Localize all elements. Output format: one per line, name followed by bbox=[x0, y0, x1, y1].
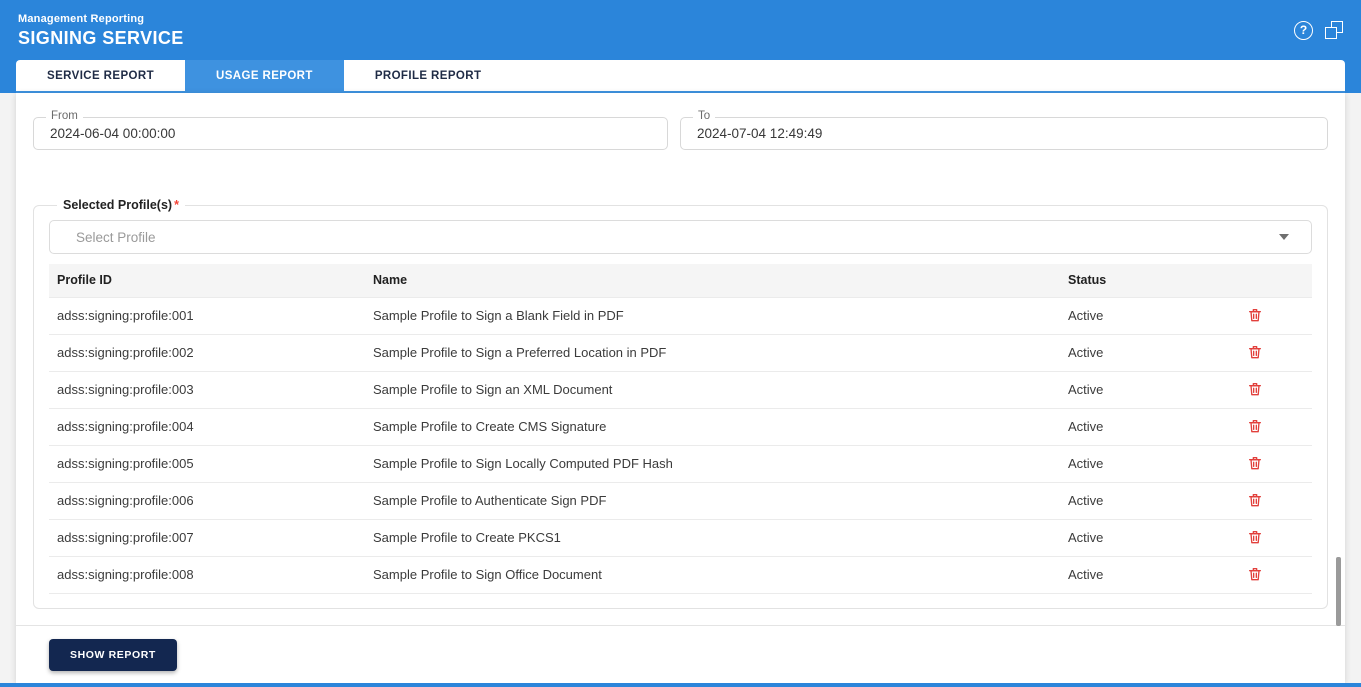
profile-actions-cell bbox=[1190, 408, 1312, 446]
profile-status-cell: Active bbox=[1060, 334, 1190, 372]
column-actions bbox=[1190, 264, 1312, 297]
tab-profile-report[interactable]: PROFILE REPORT bbox=[344, 60, 513, 91]
profile-id-cell: adss:signing:profile:002 bbox=[49, 334, 365, 372]
windows-icon[interactable] bbox=[1325, 21, 1343, 39]
profile-actions-cell bbox=[1190, 296, 1312, 335]
column-name: Name bbox=[365, 264, 1060, 297]
profile-id-cell: adss:signing:profile:004 bbox=[49, 408, 365, 446]
from-date-label: From bbox=[46, 110, 83, 122]
main-content: From To Selected Profile(s)* Select Prof… bbox=[16, 93, 1345, 683]
trash-icon bbox=[1249, 346, 1261, 359]
delete-profile-button[interactable] bbox=[1245, 564, 1265, 584]
column-status: Status bbox=[1060, 264, 1190, 297]
profile-id-cell: adss:signing:profile:006 bbox=[49, 482, 365, 520]
delete-profile-button[interactable] bbox=[1245, 416, 1265, 436]
trash-icon bbox=[1249, 309, 1261, 322]
profile-status-cell: Active bbox=[1060, 482, 1190, 520]
tab-bar: SERVICE REPORT USAGE REPORT PROFILE REPO… bbox=[16, 60, 1345, 93]
table-row: adss:signing:profile:001 Sample Profile … bbox=[49, 296, 1312, 335]
chevron-down-icon bbox=[1279, 234, 1289, 240]
profile-actions-cell bbox=[1190, 556, 1312, 594]
header-icons: ? bbox=[1294, 20, 1343, 40]
profile-status-cell: Active bbox=[1060, 408, 1190, 446]
profile-actions-cell bbox=[1190, 482, 1312, 520]
to-date-input[interactable] bbox=[681, 126, 1327, 141]
profile-name-cell: Sample Profile to Sign Locally Computed … bbox=[365, 445, 1060, 483]
scrollbar-thumb[interactable] bbox=[1336, 557, 1341, 626]
tab-usage-report[interactable]: USAGE REPORT bbox=[185, 60, 344, 91]
profile-actions-cell bbox=[1190, 519, 1312, 557]
profile-actions-cell bbox=[1190, 334, 1312, 372]
table-row: adss:signing:profile:008 Sample Profile … bbox=[49, 556, 1312, 594]
table-row: adss:signing:profile:002 Sample Profile … bbox=[49, 334, 1312, 372]
delete-profile-button[interactable] bbox=[1245, 379, 1265, 399]
profile-name-cell: Sample Profile to Sign an XML Document bbox=[365, 371, 1060, 409]
to-date-field[interactable]: To bbox=[680, 110, 1328, 150]
table-row: adss:signing:profile:006 Sample Profile … bbox=[49, 482, 1312, 520]
delete-profile-button[interactable] bbox=[1245, 342, 1265, 362]
show-report-button[interactable]: SHOW REPORT bbox=[49, 638, 177, 671]
table-row: adss:signing:profile:007 Sample Profile … bbox=[49, 519, 1312, 557]
selected-profiles-section: Selected Profile(s) * Select Profile Prof… bbox=[33, 198, 1328, 609]
title-block: Management Reporting SIGNING SERVICE bbox=[18, 11, 184, 49]
delete-profile-button[interactable] bbox=[1245, 453, 1265, 473]
trash-icon bbox=[1249, 531, 1261, 544]
from-date-field[interactable]: From bbox=[33, 110, 668, 150]
profile-id-cell: adss:signing:profile:005 bbox=[49, 445, 365, 483]
profiles-table: Profile ID Name Status adss:signing:prof… bbox=[49, 264, 1312, 594]
table-row: adss:signing:profile:003 Sample Profile … bbox=[49, 371, 1312, 409]
from-date-input[interactable] bbox=[34, 126, 667, 141]
windows-icon-front-square bbox=[1325, 27, 1337, 39]
profile-select[interactable]: Select Profile bbox=[49, 220, 1312, 254]
trash-icon bbox=[1249, 568, 1261, 581]
actions-row: SHOW REPORT bbox=[33, 626, 1328, 671]
profile-status-cell: Active bbox=[1060, 519, 1190, 557]
profile-id-cell: adss:signing:profile:008 bbox=[49, 556, 365, 594]
profile-status-cell: Active bbox=[1060, 296, 1190, 335]
trash-icon bbox=[1249, 420, 1261, 433]
profile-select-placeholder: Select Profile bbox=[76, 229, 156, 245]
profile-status-cell: Active bbox=[1060, 556, 1190, 594]
delete-profile-button[interactable] bbox=[1245, 305, 1265, 325]
trash-icon bbox=[1249, 494, 1261, 507]
selected-profiles-legend: Selected Profile(s) * bbox=[57, 198, 185, 212]
profile-status-cell: Active bbox=[1060, 445, 1190, 483]
app-header: Management Reporting SIGNING SERVICE ? bbox=[0, 0, 1361, 60]
help-icon[interactable]: ? bbox=[1294, 20, 1313, 40]
profile-name-cell: Sample Profile to Authenticate Sign PDF bbox=[365, 482, 1060, 520]
selected-profiles-label: Selected Profile(s) bbox=[63, 198, 173, 212]
profile-actions-cell bbox=[1190, 371, 1312, 409]
trash-icon bbox=[1249, 383, 1261, 396]
profile-actions-cell bbox=[1190, 445, 1312, 483]
profile-id-cell: adss:signing:profile:007 bbox=[49, 519, 365, 557]
profile-name-cell: Sample Profile to Sign a Preferred Locat… bbox=[365, 334, 1060, 372]
profile-id-cell: adss:signing:profile:003 bbox=[49, 371, 365, 409]
profile-id-cell: adss:signing:profile:001 bbox=[49, 296, 365, 335]
table-row: adss:signing:profile:004 Sample Profile … bbox=[49, 408, 1312, 446]
tab-band: SERVICE REPORT USAGE REPORT PROFILE REPO… bbox=[0, 60, 1361, 93]
delete-profile-button[interactable] bbox=[1245, 527, 1265, 547]
delete-profile-button[interactable] bbox=[1245, 490, 1265, 510]
required-asterisk: * bbox=[174, 198, 179, 212]
profile-status-cell: Active bbox=[1060, 371, 1190, 409]
page-title: SIGNING SERVICE bbox=[18, 27, 184, 48]
trash-icon bbox=[1249, 457, 1261, 470]
table-row: adss:signing:profile:005 Sample Profile … bbox=[49, 445, 1312, 483]
bottom-accent-strip bbox=[0, 683, 1361, 687]
profile-name-cell: Sample Profile to Create CMS Signature bbox=[365, 408, 1060, 446]
profile-name-cell: Sample Profile to Create PKCS1 bbox=[365, 519, 1060, 557]
date-filter-row: From To bbox=[33, 93, 1328, 150]
app-label: Management Reporting bbox=[18, 12, 145, 25]
to-date-label: To bbox=[693, 110, 716, 122]
tab-service-report[interactable]: SERVICE REPORT bbox=[16, 60, 185, 91]
profile-name-cell: Sample Profile to Sign Office Document bbox=[365, 556, 1060, 594]
column-profile-id: Profile ID bbox=[49, 264, 365, 297]
table-header-row: Profile ID Name Status bbox=[49, 264, 1312, 297]
profile-name-cell: Sample Profile to Sign a Blank Field in … bbox=[365, 296, 1060, 335]
